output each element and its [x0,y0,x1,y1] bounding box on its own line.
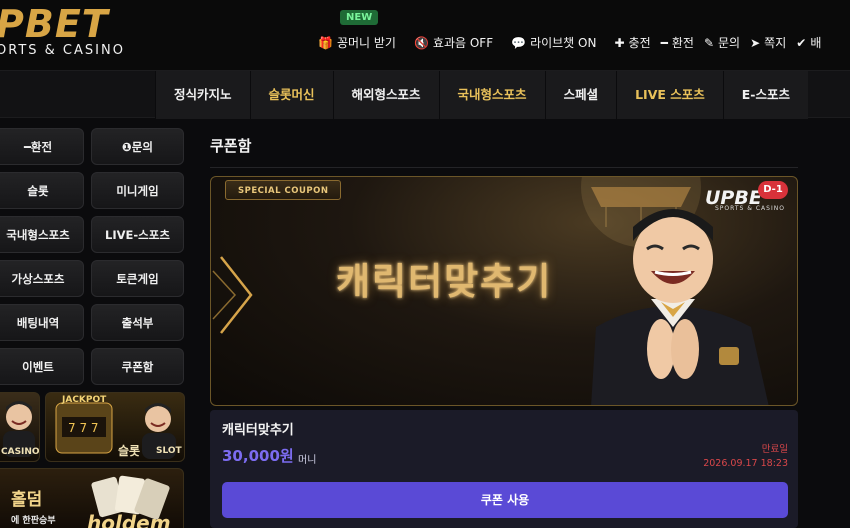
bet-label: 배 [810,36,822,50]
banner-title: 캐릭터맞추기 [336,260,553,303]
nav-item-special[interactable]: 스페셜 [544,71,617,119]
site-logo[interactable]: PBET ORTS & CASINO [0,2,125,58]
withdraw-label: 환전 [671,36,694,50]
promo-slot[interactable]: 7 7 7 JACKPOT 슬롯 SLOT [45,392,185,462]
plus-icon: ✚ [614,35,625,50]
header: PBET ORTS & CASINO NEW 🎁 꽁머니 받기 🔇 효과음 OF… [0,0,850,70]
inquiry-link[interactable]: ✎ 문의 [704,34,740,51]
new-badge: NEW [340,10,379,25]
main-nav: 정식카지노 슬롯머신 해외형스포츠 국내형스포츠 스페셜 LIVE 스포츠 E-… [0,70,850,119]
promo-slot-sub-label: SLOT [156,446,182,456]
message-label: 쪽지 [764,36,787,50]
page-title: 쿠폰함 [210,137,252,155]
logo-subtext: ORTS & CASINO [0,43,125,58]
sidebar-live-sports-button[interactable]: LIVE-스포츠 [91,216,184,253]
promo-jackpot-label: JACKPOT [62,395,107,405]
check-icon: ✔ [796,35,807,50]
promo-holdem[interactable]: 홀덤 에 한판승부 holdem [0,468,184,528]
bet-link[interactable]: ✔ 배 [796,34,821,51]
sidebar-event-button[interactable]: 이벤트 [0,348,84,385]
nav-item-slot[interactable]: 슬롯머신 [249,71,333,119]
coupon-banner: SPECIAL COUPON 캐릭터맞추기 UPBE SPORTS & CASI… [210,176,798,406]
logo-text: PBET [0,2,109,46]
paper-plane-icon: ➤ [750,35,761,50]
svg-text:7 7 7: 7 7 7 [68,421,99,435]
chat-icon: 💬 [511,35,527,50]
expire-date: 2026.09.17 18:23 [703,458,788,469]
sidebar-inquiry-label: 문의 [131,140,153,154]
promo-slot-label: 슬롯 [118,444,141,458]
inquiry-label: 문의 [718,36,741,50]
withdraw-link[interactable]: ━ 환전 [661,34,694,51]
coupon-card: 캐릭터맞추기 30,000원 머니 만료일 2026.09.17 18:23 쿠… [210,410,798,528]
deposit-link[interactable]: ✚ 충전 [614,34,650,51]
coupon-unit: 머니 [298,455,317,466]
free-money-link[interactable]: 🎁 꽁머니 받기 [318,34,396,51]
sidebar-minigame-button[interactable]: 미니게임 [91,172,184,209]
promo-casino-label: CASINO [1,447,40,457]
nav-item-live-casino[interactable]: 정식카지노 [155,71,250,119]
minus-icon: ━ [660,35,668,50]
free-money-label: 꽁머니 받기 [336,36,396,50]
banner-logo-sub: SPORTS & CASINO [715,205,785,212]
title-divider [210,167,798,168]
info-icon: ❶ [122,140,132,154]
expire-label: 만료일 [761,444,788,455]
deposit-label: 충전 [628,36,651,50]
promo-holdem-art-text: holdem [87,511,171,528]
nav-item-esports[interactable]: E-스포츠 [722,71,808,119]
special-coupon-tag: SPECIAL COUPON [225,180,342,200]
speaker-mute-icon: 🔇 [413,35,429,50]
sidebar-domestic-sports-button[interactable]: 국내형스포츠 [0,216,84,253]
nav-item-overseas-sports[interactable]: 해외형스포츠 [332,71,439,119]
promo-holdem-sub: 에 한판승부 [11,516,56,526]
sidebar-slot-button[interactable]: 슬롯 [0,172,84,209]
sidebar-token-game-button[interactable]: 토큰게임 [91,260,184,297]
nav-item-live-sports[interactable]: LIVE 스포츠 [616,71,723,119]
top-menu: 🎁 꽁머니 받기 🔇 효과음 OFF 💬 라이브챗 ON ✚ 충전 ━ 환전 ✎… [318,34,831,51]
minus-icon: ━ [23,140,31,154]
live-chat-toggle[interactable]: 💬 라이브챗 ON [511,34,596,51]
sidebar-attendance-button[interactable]: 출석부 [91,304,184,341]
promo-casino[interactable]: CASINO [0,392,40,462]
promo-holdem-title: 홀덤 [11,490,43,510]
sidebar-inquiry-button[interactable]: ❶문의 [91,128,184,165]
sound-toggle[interactable]: 🔇 효과음 OFF [414,34,493,51]
sidebar-withdraw-button[interactable]: ━환전 [0,128,84,165]
sidebar-withdraw-label: 환전 [30,140,53,154]
sidebar-bet-history-button[interactable]: 배팅내역 [0,304,84,341]
nav-item-domestic-sports[interactable]: 국내형스포츠 [438,71,545,119]
coupon-name: 캐릭터맞추기 [222,423,294,438]
sidebar-virtual-sports-button[interactable]: 가상스포츠 [0,260,84,297]
d-day-badge: D-1 [758,181,788,199]
live-chat-label: 라이브챗 ON [530,36,597,50]
edit-icon: ✎ [703,35,715,50]
gift-icon: 🎁 [318,35,333,50]
use-coupon-button[interactable]: 쿠폰 사용 [222,482,788,518]
coupon-amount: 30,000원 [222,447,294,465]
message-link[interactable]: ➤ 쪽지 [750,34,786,51]
sound-toggle-label: 효과음 OFF [432,36,494,50]
sidebar-coupon-button[interactable]: 쿠폰함 [91,348,184,385]
